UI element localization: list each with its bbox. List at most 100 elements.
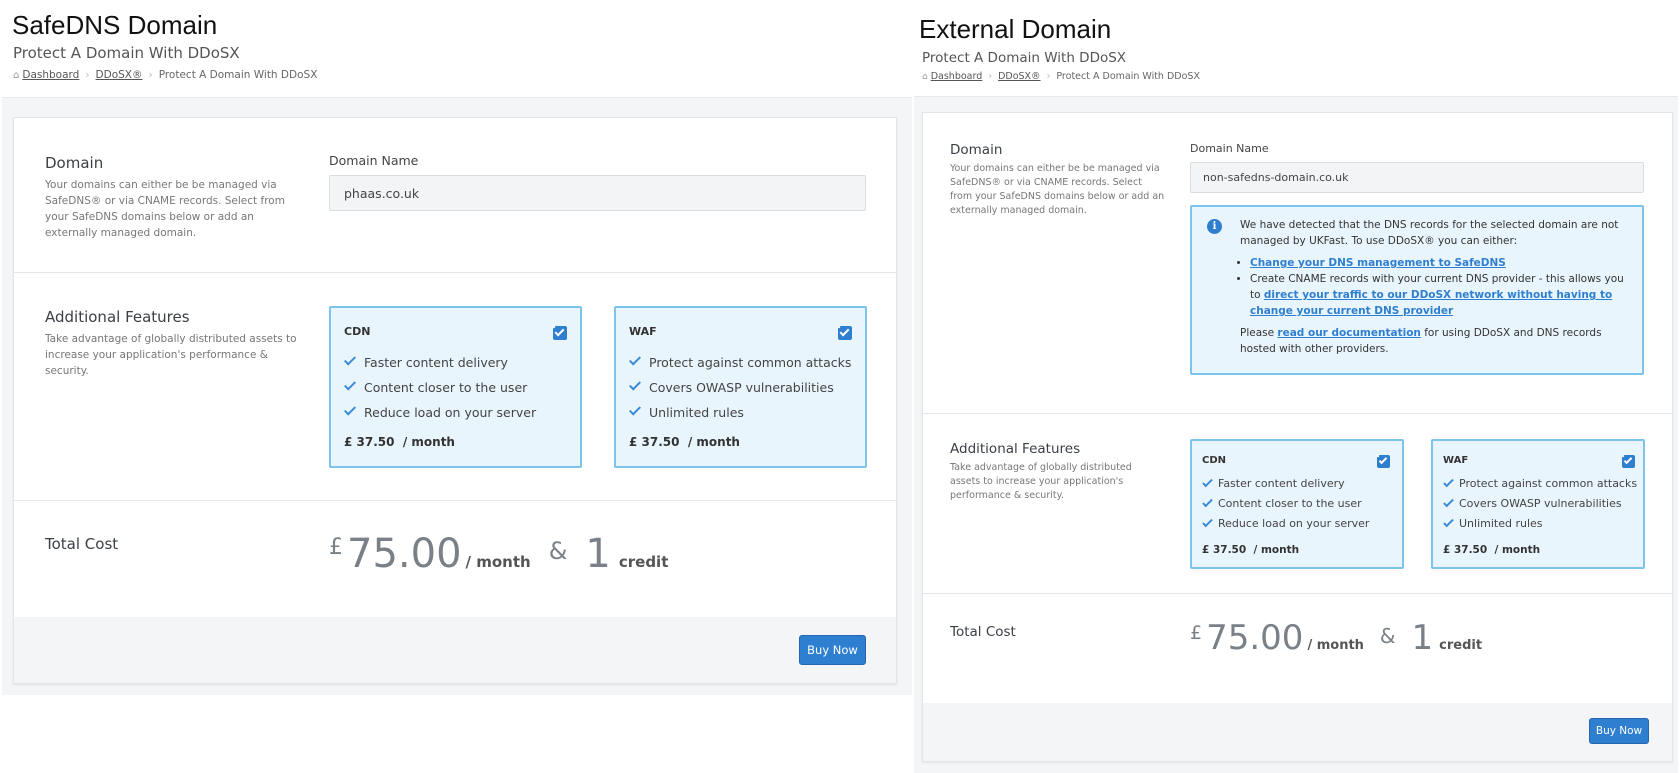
credit-count: 1: [1411, 618, 1434, 658]
check-icon: [1443, 516, 1454, 528]
breadcrumb-dashboard[interactable]: Dashboard: [22, 69, 79, 81]
info-icon: i: [1207, 219, 1222, 234]
feature-price: £ 37.50 / month: [1443, 544, 1541, 556]
section-description: Take advantage of globally distributed a…: [45, 333, 297, 377]
domain-name-label: Domain Name: [329, 153, 419, 168]
feature-checkbox-icon[interactable]: [838, 326, 852, 340]
home-icon: ⌂: [13, 69, 20, 81]
section-title: Domain: [45, 154, 104, 172]
ampersand: &: [548, 537, 568, 565]
direct-traffic-link[interactable]: direct your traffic to our DDoSX network…: [1250, 289, 1612, 317]
feature-name: WAF: [1443, 455, 1469, 466]
card-footer: Buy Now: [923, 703, 1672, 761]
domain-name-value: non-safedns-domain.co.uk: [1203, 171, 1349, 184]
credit-label: credit: [618, 553, 669, 571]
alert-options: Change your DNS management to SafeDNS Cr…: [1250, 255, 1630, 319]
feature-checkbox-icon[interactable]: [553, 326, 567, 340]
section-title: Domain: [950, 142, 1003, 158]
feature-item: Protect against common attacks: [1443, 474, 1637, 494]
change-dns-link[interactable]: Change your DNS management to SafeDNS: [1250, 257, 1506, 269]
alert-option: Create CNAME records with your current D…: [1250, 271, 1630, 319]
ampersand: &: [1379, 624, 1396, 648]
feature-list: Protect against common attacks Covers OW…: [1443, 474, 1637, 534]
external-domain-panel: External Domain Protect A Domain With DD…: [914, 0, 1680, 773]
section-title: Additional Features: [950, 441, 1081, 457]
breadcrumb: ⌂ Dashboard › DDoSX® › Protect A Domain …: [922, 71, 1200, 82]
total-period: / month: [1307, 638, 1364, 653]
feature-name: WAF: [629, 325, 657, 338]
breadcrumb-ddosx[interactable]: DDoSX®: [96, 69, 143, 81]
total-period: / month: [465, 553, 531, 571]
domain-name-input[interactable]: phaas.co.uk: [329, 175, 866, 211]
check-icon: [628, 353, 642, 366]
total-amount: 75.00: [1206, 618, 1304, 658]
additional-features-section: Additional Features Take advantage of gl…: [14, 273, 896, 501]
page-title: Protect A Domain With DDoSX: [922, 50, 1127, 66]
alert-option: Change your DNS management to SafeDNS: [1250, 255, 1630, 271]
feature-card-cdn[interactable]: CDN Faster content delivery Content clos…: [329, 306, 582, 468]
additional-features-section: Additional Features Take advantage of gl…: [923, 414, 1672, 594]
feature-price: £ 37.50 / month: [629, 435, 740, 449]
protect-domain-card: Domain Your domains can either be be man…: [922, 112, 1673, 762]
total-cost-value: £ 75.00 / month & 1 credit: [329, 531, 668, 577]
breadcrumb-ddosx[interactable]: DDoSX®: [998, 71, 1040, 82]
check-icon: [343, 353, 357, 366]
documentation-link[interactable]: read our documentation: [1277, 327, 1420, 339]
check-icon: [628, 378, 642, 391]
home-icon: ⌂: [922, 71, 928, 82]
feature-card-waf[interactable]: WAF Protect against common attacks Cover…: [1431, 439, 1645, 569]
feature-card-cdn[interactable]: CDN Faster content delivery Content clos…: [1190, 439, 1404, 569]
breadcrumb-current: Protect A Domain With DDoSX: [158, 69, 318, 81]
credit-count: 1: [585, 531, 611, 577]
breadcrumb-separator: ›: [1046, 71, 1051, 82]
card-footer: Buy Now: [14, 617, 896, 683]
alert-intro: We have detected that the DNS records fo…: [1240, 219, 1619, 247]
feature-item: Unlimited rules: [628, 400, 851, 425]
check-icon: [343, 378, 357, 391]
buy-now-button[interactable]: Buy Now: [1589, 718, 1649, 744]
section-description: Take advantage of globally distributed a…: [950, 462, 1132, 501]
feature-item: Protect against common attacks: [628, 350, 851, 375]
alert-body: We have detected that the DNS records fo…: [1240, 217, 1630, 357]
feature-list: Faster content delivery Content closer t…: [343, 350, 536, 425]
panel-label: SafeDNS Domain: [12, 10, 218, 40]
total-cost-value: £ 75.00 / month & 1 credit: [1190, 618, 1482, 658]
protect-domain-card: Domain Your domains can either be be man…: [13, 117, 897, 684]
breadcrumb-current: Protect A Domain With DDoSX: [1056, 71, 1200, 82]
total-cost-section: Total Cost £ 75.00 / month & 1 credit: [14, 501, 896, 619]
check-icon: [1443, 496, 1454, 508]
section-title: Total Cost: [45, 535, 119, 553]
feature-item: Reduce load on your server: [343, 400, 536, 425]
check-icon: [1202, 516, 1213, 528]
feature-item: Content closer to the user: [1202, 494, 1369, 514]
feature-item: Unlimited rules: [1443, 514, 1637, 534]
check-icon: [1202, 476, 1213, 488]
buy-now-button[interactable]: Buy Now: [799, 635, 866, 665]
feature-checkbox-icon[interactable]: [1377, 455, 1390, 468]
breadcrumb-dashboard[interactable]: Dashboard: [931, 71, 983, 82]
check-icon: [343, 403, 357, 416]
section-description: Your domains can either be be managed vi…: [45, 179, 285, 239]
domain-name-label: Domain Name: [1190, 142, 1269, 155]
currency-symbol: £: [1190, 622, 1203, 644]
alert-footer: Please read our documentation for using …: [1240, 327, 1602, 355]
feature-item: Content closer to the user: [343, 375, 536, 400]
domain-name-input[interactable]: non-safedns-domain.co.uk: [1190, 162, 1644, 193]
feature-item: Covers OWASP vulnerabilities: [628, 375, 851, 400]
check-icon: [628, 403, 642, 416]
total-amount: 75.00: [347, 531, 462, 577]
domain-section: Domain Your domains can either be be man…: [14, 118, 896, 273]
currency-symbol: £: [329, 535, 343, 560]
feature-item: Faster content delivery: [1202, 474, 1369, 494]
feature-item: Covers OWASP vulnerabilities: [1443, 494, 1637, 514]
section-title: Total Cost: [950, 624, 1016, 640]
feature-card-waf[interactable]: WAF Protect against common attacks Cover…: [614, 306, 867, 468]
feature-checkbox-icon[interactable]: [1622, 455, 1635, 468]
feature-name: CDN: [344, 325, 371, 338]
section-description: Your domains can either be be managed vi…: [950, 163, 1165, 216]
domain-section: Domain Your domains can either be be man…: [923, 113, 1672, 414]
feature-price: £ 37.50 / month: [1202, 544, 1300, 556]
dns-warning-alert: i We have detected that the DNS records …: [1190, 205, 1644, 375]
breadcrumb-separator: ›: [988, 71, 993, 82]
total-cost-section: Total Cost £ 75.00 / month & 1 credit: [923, 594, 1672, 694]
